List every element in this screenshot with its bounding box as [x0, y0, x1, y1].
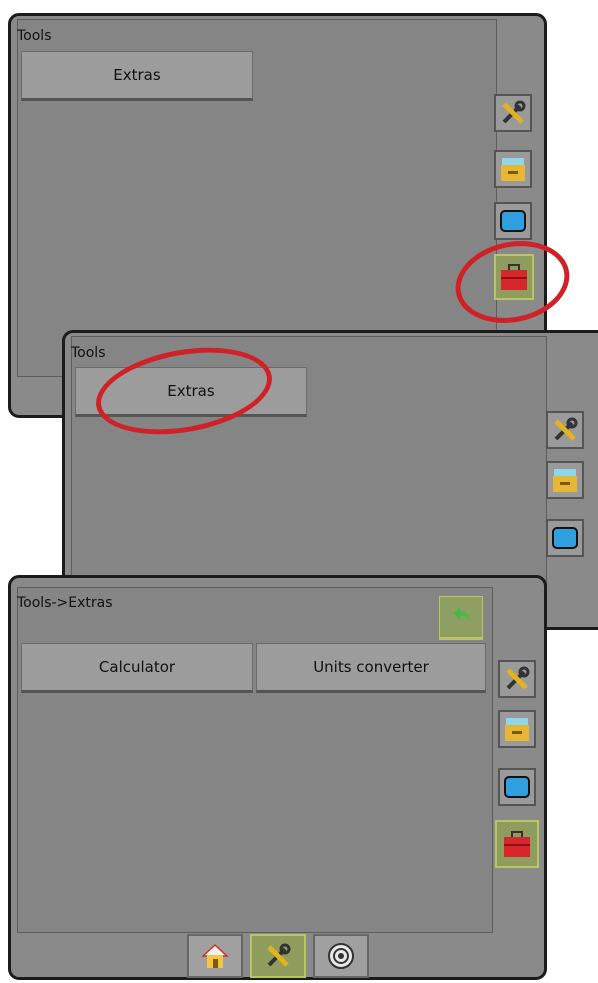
- main-panel: [17, 587, 493, 933]
- side-storage-button[interactable]: [498, 710, 536, 748]
- display-monitor-icon: [500, 210, 526, 232]
- side-tools-button[interactable]: [498, 660, 536, 698]
- tools-icon: [267, 943, 291, 967]
- side-display-button[interactable]: [546, 519, 584, 557]
- tab-home[interactable]: [187, 934, 243, 978]
- side-tools-button[interactable]: [546, 411, 584, 449]
- back-button[interactable]: [439, 596, 483, 640]
- page-title: Tools->Extras: [17, 595, 113, 611]
- home-icon: [201, 943, 229, 968]
- tools-wrench-screwdriver-icon: [506, 666, 530, 690]
- side-tools-button[interactable]: [494, 94, 532, 132]
- gauge-icon: [328, 943, 354, 969]
- side-storage-button[interactable]: [546, 461, 584, 499]
- page-title: Tools: [71, 345, 106, 361]
- calculator-button[interactable]: Calculator: [21, 643, 253, 693]
- page-title: Tools: [17, 28, 52, 44]
- tools-wrench-screwdriver-icon: [502, 100, 526, 124]
- tab-tools[interactable]: [250, 934, 306, 978]
- side-display-button[interactable]: [498, 768, 536, 806]
- storage-drawer-icon: [505, 718, 529, 741]
- tools-extras-screen: Tools->Extras Calculator Units converter: [8, 575, 547, 980]
- tab-gauge[interactable]: [313, 934, 369, 978]
- back-arrow-icon: [453, 607, 470, 621]
- units-converter-button[interactable]: Units converter: [256, 643, 486, 693]
- display-monitor-icon: [504, 776, 530, 798]
- side-storage-button[interactable]: [494, 150, 532, 188]
- side-display-button[interactable]: [494, 202, 532, 240]
- storage-drawer-icon: [553, 469, 577, 492]
- toolbox-icon: [504, 831, 530, 857]
- side-toolbox-button[interactable]: [495, 820, 539, 868]
- extras-button[interactable]: Extras: [21, 51, 253, 101]
- storage-drawer-icon: [501, 158, 525, 181]
- tools-wrench-screwdriver-icon: [554, 417, 578, 441]
- display-monitor-icon: [552, 527, 578, 549]
